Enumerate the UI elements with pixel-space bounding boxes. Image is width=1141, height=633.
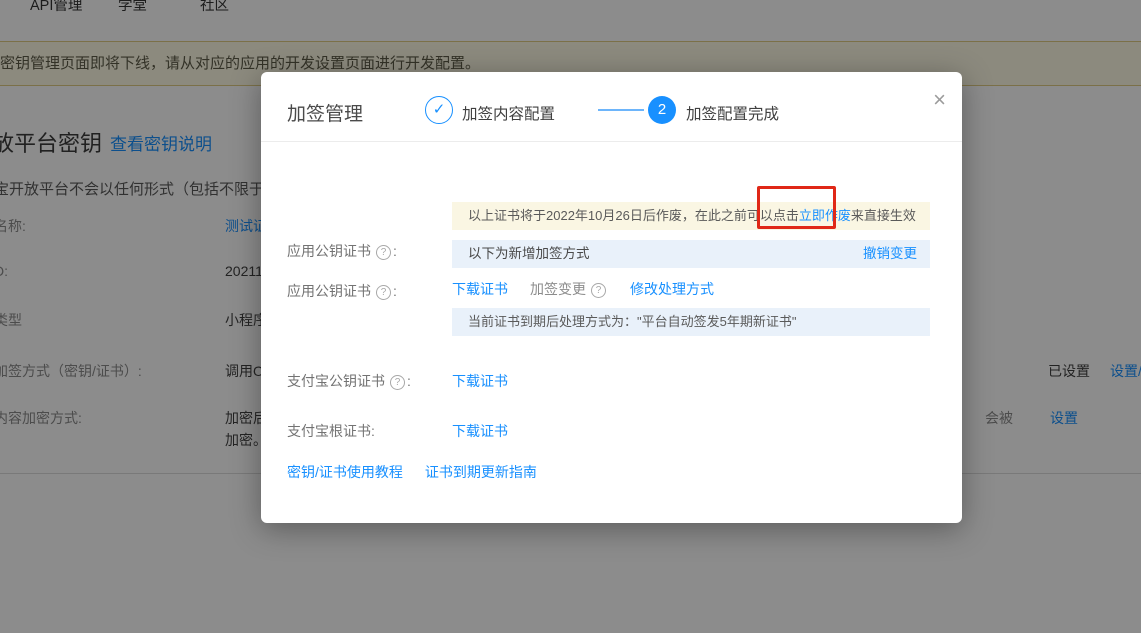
label-text: 支付宝公钥证书 [287,373,385,389]
step-connector-line [598,109,644,111]
download-cert-link-3[interactable]: 下载证书 [452,371,508,391]
help-icon[interactable]: ? [376,245,391,260]
help-icon[interactable]: ? [376,285,391,300]
label-colon: : [407,373,411,389]
warning-text-after: 来直接生效 [851,208,916,223]
step1-check-icon: ✓ [425,96,453,124]
download-cert-link-4[interactable]: 下载证书 [452,421,508,441]
step2-label: 加签配置完成 [686,102,779,124]
screen: API管理 学堂 社区 密钥管理页面即将下线，请从对应的应用的开发设置页面进行开… [0,0,1141,633]
banner-text: 以下为新增加签方式 [468,246,590,261]
download-cert-link-2[interactable]: 下载证书 [452,279,508,299]
label-colon: : [393,283,397,299]
key-cert-tutorial-link[interactable]: 密钥/证书使用教程 [287,462,403,482]
signature-management-modal: 加签管理 ✓ 加签内容配置 2 加签配置完成 × 应用公钥证书?: 下载证书 以… [261,72,962,523]
modal-title: 加签管理 [287,99,363,126]
label-text: 支付宝根证书 [287,423,371,439]
close-icon[interactable]: × [933,89,946,111]
modal-footer-links: 密钥/证书使用教程 证书到期更新指南 [287,462,537,482]
sign-change-label: 加签变更? [530,279,608,299]
cert2-links-row: 下载证书 加签变更? 修改处理方式 [452,279,714,299]
info-text: 当前证书到期后处理方式为："平台自动签发5年期新证书" [468,314,796,329]
label-alipay-root-cert: 支付宝根证书: [287,421,375,441]
label-colon: : [393,243,397,259]
label-alipay-public-cert: 支付宝公钥证书?: [287,371,411,391]
cert-renewal-guide-link[interactable]: 证书到期更新指南 [425,462,537,482]
label-app-public-cert-2: 应用公钥证书?: [287,281,397,301]
warning-text-before: 以上证书将于2022年10月26日后作废，在此之前可以点击 [468,208,799,223]
help-icon[interactable]: ? [390,375,405,390]
label-text: 应用公钥证书 [287,243,371,259]
revoke-change-link[interactable]: 撤销变更 [863,240,917,268]
cert-expiry-warning-bar: 以上证书将于2022年10月26日后作废，在此之前可以点击立即作废来直接生效 [452,202,930,230]
label-colon: : [371,423,375,439]
step1-label: 加签内容配置 [462,102,555,124]
modify-handling-link[interactable]: 修改处理方式 [630,279,714,299]
cert-renewal-info-bar: 当前证书到期后处理方式为："平台自动签发5年期新证书" [452,308,930,336]
step2-number-badge: 2 [648,96,676,124]
modal-header: 加签管理 ✓ 加签内容配置 2 加签配置完成 × [261,72,962,142]
annotation-highlight-box [757,186,836,229]
new-method-banner: 以下为新增加签方式 撤销变更 [452,240,930,268]
help-icon[interactable]: ? [591,283,606,298]
label-app-public-cert-1: 应用公钥证书?: [287,241,397,261]
label-text: 应用公钥证书 [287,283,371,299]
sign-change-text: 加签变更 [530,281,586,297]
